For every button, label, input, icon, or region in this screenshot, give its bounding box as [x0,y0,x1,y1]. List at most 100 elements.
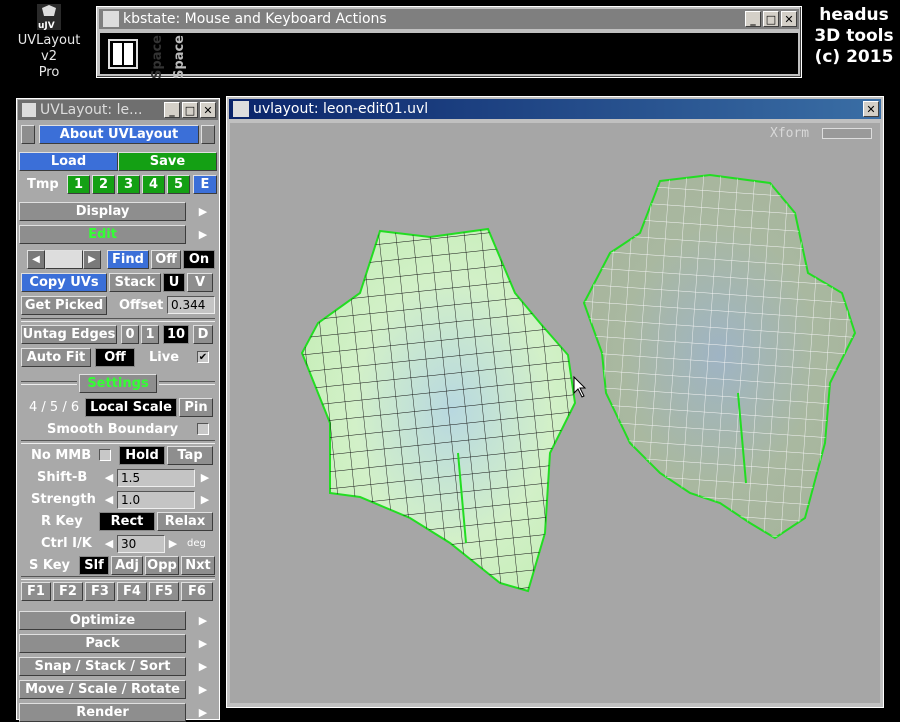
f3-button[interactable]: F3 [85,582,115,601]
render-expand-arrow-icon[interactable]: ▶ [197,703,209,722]
kbstate-app-icon [103,11,119,27]
ctrl-ik-input[interactable]: 30 [117,535,165,553]
optimize-button[interactable]: Optimize [19,611,186,630]
uvlayout-desktop-icon[interactable]: uJV UVLayout v2 Pro [8,2,90,81]
about-button[interactable]: About UVLayout [39,125,199,144]
snap-stack-sort-button[interactable]: Snap / Stack / Sort [19,657,186,676]
panel-right-grip[interactable] [201,125,215,144]
ctrl-ik-increase-icon[interactable]: ▶ [167,534,179,553]
shift-b-decrease-icon[interactable]: ◀ [103,468,115,487]
find-prev-icon[interactable]: ◀ [27,250,45,269]
minimize-button[interactable]: _ [745,11,761,27]
app-icon-caption-line2: Pro [38,65,60,80]
untag-option-0[interactable]: 0 [121,325,139,344]
smooth-boundary-checkbox[interactable] [197,423,209,435]
panel-minimize-button[interactable]: _ [164,102,180,118]
kbstate-titlebar[interactable]: kbstate: Mouse and Keyboard Actions _ □ … [99,9,799,29]
optimize-expand-arrow-icon[interactable]: ▶ [197,611,209,630]
uvlayout-control-panel: UVLayout: le... _ □ ✕ About UVLayout Loa… [16,98,220,722]
f4-button[interactable]: F4 [117,582,147,601]
offset-label: Offset [119,298,164,313]
tmp-slot-3[interactable]: 3 [117,175,140,194]
get-picked-button[interactable]: Get Picked [21,296,107,315]
brand-text: headus 3D tools (c) 2015 [808,5,900,68]
shift-b-input[interactable]: 1.5 [117,469,195,487]
close-button[interactable]: ✕ [781,11,797,27]
v-button[interactable]: V [187,273,213,292]
tap-button[interactable]: Tap [167,446,213,465]
tmp-slot-e[interactable]: E [193,175,217,194]
tmp-slot-1[interactable]: 1 [67,175,90,194]
find-next-icon[interactable]: ▶ [83,250,101,269]
viewport-close-button[interactable]: ✕ [863,101,879,117]
relax-button[interactable]: Relax [157,512,213,531]
maximize-button[interactable]: □ [763,11,779,27]
find-off-button[interactable]: Off [151,250,181,269]
display-expand-arrow-icon[interactable]: ▶ [197,202,209,221]
stack-button[interactable]: Stack [109,273,161,292]
s-option-slf[interactable]: Slf [79,556,109,575]
find-on-button[interactable]: On [183,250,215,269]
tmp-slot-5[interactable]: 5 [167,175,190,194]
panel-left-grip[interactable] [21,125,35,144]
untag-option-10[interactable]: 10 [163,325,189,344]
untag-option-1[interactable]: 1 [141,325,159,344]
f2-button[interactable]: F2 [53,582,83,601]
strength-decrease-icon[interactable]: ◀ [103,490,115,509]
shift-b-increase-icon[interactable]: ▶ [199,468,211,487]
move-scale-rotate-button[interactable]: Move / Scale / Rotate [19,680,186,699]
panel-titlebar[interactable]: UVLayout: le... _ □ ✕ [18,100,218,120]
display-button[interactable]: Display [19,202,186,221]
uv-shell-left[interactable] [300,227,577,593]
pack-button[interactable]: Pack [19,634,186,653]
copy-uvs-button[interactable]: Copy UVs [21,273,107,292]
save-button[interactable]: Save [118,152,217,171]
ctrl-ik-decrease-icon[interactable]: ◀ [103,534,115,553]
kbstate-display: Space Space [100,33,798,79]
edit-expand-arrow-icon[interactable]: ▶ [197,225,209,244]
move-expand-arrow-icon[interactable]: ▶ [197,680,209,699]
brand-line3: (c) 2015 [814,47,894,67]
panel-close-button[interactable]: ✕ [200,102,216,118]
pack-expand-arrow-icon[interactable]: ▶ [197,634,209,653]
snap-expand-arrow-icon[interactable]: ▶ [197,657,209,676]
viewport-titlebar[interactable]: uvlayout: leon-edit01.uvl ✕ [229,99,881,119]
uv-shell-right[interactable] [582,173,857,540]
local-scale-button[interactable]: Local Scale [85,398,177,417]
auto-fit-off-button[interactable]: Off [95,348,135,367]
live-checkbox[interactable]: ✔ [197,351,209,363]
render-button[interactable]: Render [19,703,186,722]
pin-button[interactable]: Pin [179,398,213,417]
tmp-label: Tmp [27,177,59,192]
s-option-adj[interactable]: Adj [111,556,143,575]
strength-input[interactable]: 1.0 [117,491,195,509]
find-slider[interactable] [45,250,83,269]
strength-label: Strength [31,492,96,507]
s-option-nxt[interactable]: Nxt [181,556,215,575]
f6-button[interactable]: F6 [181,582,213,601]
key-space-faded: Space [150,35,165,79]
tmp-slot-4[interactable]: 4 [142,175,165,194]
r-key-label: R Key [41,514,83,529]
f5-button[interactable]: F5 [149,582,179,601]
hold-button[interactable]: Hold [119,446,165,465]
panel-maximize-button[interactable]: □ [182,102,198,118]
no-mmb-checkbox[interactable] [99,449,111,461]
find-button[interactable]: Find [107,250,149,269]
load-button[interactable]: Load [19,152,118,171]
auto-fit-button[interactable]: Auto Fit [21,348,91,367]
strength-increase-icon[interactable]: ▶ [199,490,211,509]
rect-button[interactable]: Rect [99,512,155,531]
tmp-slot-2[interactable]: 2 [92,175,115,194]
no-mmb-label: No MMB [31,448,92,463]
s-option-opp[interactable]: Opp [145,556,179,575]
f1-button[interactable]: F1 [21,582,51,601]
settings-button[interactable]: Settings [79,374,157,393]
untag-edges-button[interactable]: Untag Edges [21,325,117,344]
untag-option-d[interactable]: D [193,325,213,344]
mouse-icon [108,39,138,69]
uv-canvas[interactable]: Xform [230,123,880,703]
edit-button[interactable]: Edit [19,225,186,244]
offset-input[interactable]: 0.344 [167,296,215,314]
u-button[interactable]: U [163,273,185,292]
